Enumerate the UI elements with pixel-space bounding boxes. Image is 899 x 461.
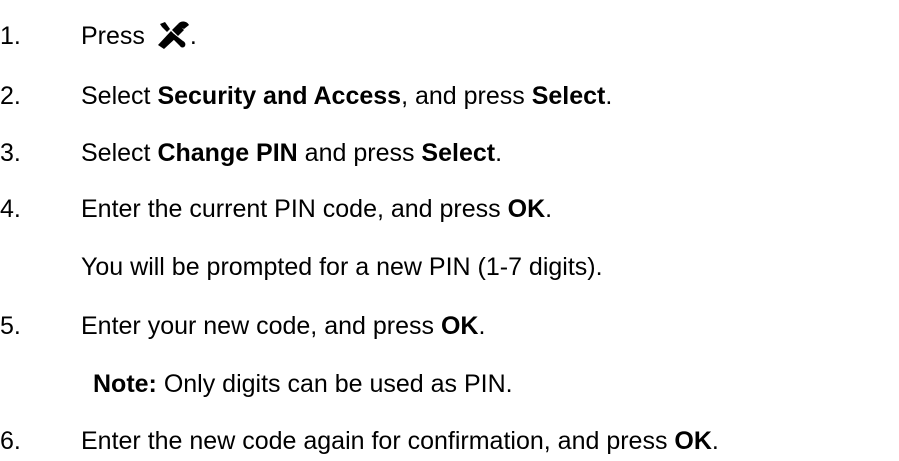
- step-number: 4.: [0, 195, 21, 223]
- step-text-post: .: [545, 195, 553, 223]
- step-text: Enter the new code again for confirmatio…: [81, 424, 719, 458]
- step-bold-button: Select: [421, 139, 496, 167]
- step-text-pre: Select: [81, 82, 158, 110]
- step-number: 5.: [0, 312, 21, 340]
- step-bold-button: OK: [440, 312, 479, 340]
- step-text-post: .: [189, 22, 197, 50]
- step-text: Enter your new code, and press OK.: [81, 309, 485, 343]
- step-bold-menu-item: Security and Access: [157, 82, 402, 110]
- note-label: Note:: [93, 370, 157, 398]
- step-text-pre: Press: [81, 22, 152, 50]
- step-text-pre: Select: [81, 139, 158, 167]
- step-text: Press .: [81, 19, 197, 53]
- step-text-post: .: [605, 82, 613, 110]
- step-bold-menu-item: Change PIN: [157, 139, 298, 167]
- step-text-post: .: [711, 427, 719, 455]
- step-text-pre: Enter your new code, and press: [81, 312, 441, 340]
- step-text-post: .: [495, 139, 503, 167]
- step-bold-button: Select: [531, 82, 606, 110]
- step-bold-button: OK: [507, 195, 546, 223]
- step-continuation-text: You will be prompted for a new PIN (1-7 …: [81, 253, 603, 281]
- note-text: Only digits can be used as PIN.: [156, 370, 513, 398]
- step-text-pre: Enter the new code again for confirmatio…: [81, 427, 675, 455]
- step-text: Select Security and Access, and press Se…: [81, 79, 612, 113]
- step-number: 6.: [0, 427, 21, 455]
- step-number: 1.: [0, 22, 21, 50]
- step-bold-button: OK: [674, 427, 712, 455]
- step-text-mid: and press: [297, 139, 422, 167]
- step-text-post: .: [478, 312, 486, 340]
- note: Note: Only digits can be used as PIN.: [93, 367, 513, 401]
- step-text-pre: Enter the current PIN code, and press: [81, 195, 508, 223]
- wrench-screwdriver-icon: [156, 20, 190, 50]
- step-text: Select Change PIN and press Select.: [81, 136, 502, 170]
- step-text-mid: , and press: [401, 82, 532, 110]
- step-number: 2.: [0, 82, 21, 110]
- step-number: 3.: [0, 139, 21, 167]
- step-text: Enter the current PIN code, and press OK…: [81, 192, 552, 226]
